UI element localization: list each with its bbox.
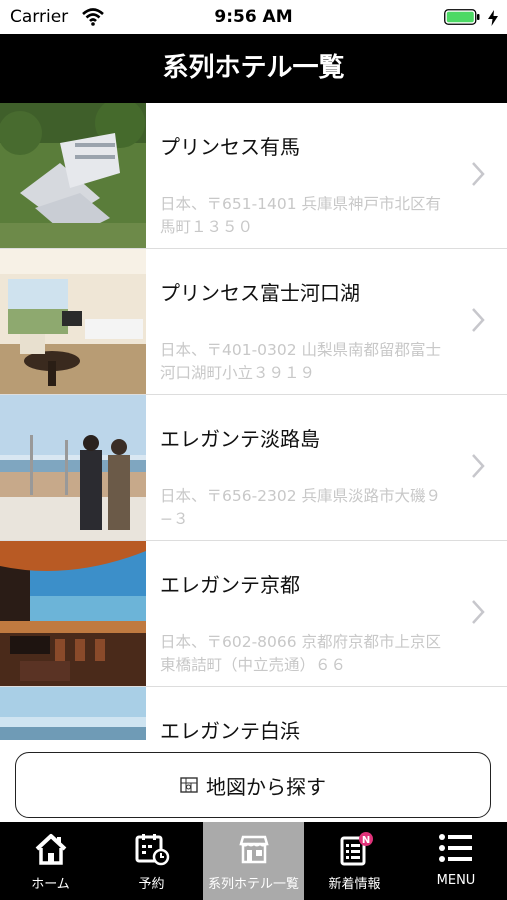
- hotel-name: プリンセス富士河口湖: [160, 281, 360, 305]
- calendar-icon: [135, 834, 169, 866]
- page-title: 系列ホテル一覧: [0, 34, 507, 103]
- news-icon: N: [340, 832, 373, 866]
- hotel-photo: [0, 249, 146, 394]
- tab-menu-label: MENU: [436, 873, 476, 888]
- hotel-row[interactable]: エレガンテ淡路島 日本、〒656-2302 兵庫県淡路市大磯９−３: [0, 395, 507, 541]
- hotel-name: エレガンテ京都: [160, 573, 300, 597]
- chevron-right-icon: [472, 308, 485, 332]
- menu-icon: [439, 834, 472, 862]
- tab-news[interactable]: N 新着情報: [304, 822, 405, 900]
- home-icon: [35, 834, 66, 865]
- chevron-right-icon: [472, 600, 485, 624]
- status-time: 9:56 AM: [214, 7, 293, 27]
- tab-home-label: ホーム: [31, 877, 70, 892]
- map-icon: [180, 777, 198, 793]
- hotel-address: 日本、〒602-8066 京都府京都市上京区東橋詰町（中立売通）６６: [160, 633, 442, 674]
- hotel-name: エレガンテ淡路島: [160, 427, 320, 451]
- search-by-map-label: 地図から探す: [206, 774, 326, 799]
- hotel-photo: [0, 687, 146, 740]
- tab-news-label: 新着情報: [328, 877, 381, 892]
- hotel-icon: [238, 835, 269, 864]
- charging-icon: [488, 10, 498, 26]
- hotel-name: プリンセス有馬: [160, 135, 300, 159]
- hotel-name: エレガンテ白浜: [160, 719, 300, 740]
- chevron-right-icon: [472, 162, 485, 186]
- hotel-photo: [0, 395, 146, 540]
- battery-icon: [444, 9, 480, 25]
- hotel-photo: [0, 103, 146, 248]
- tab-reservation[interactable]: 予約: [101, 822, 202, 900]
- hotel-address: 日本、〒656-2302 兵庫県淡路市大磯９−３: [160, 487, 442, 528]
- hotel-list[interactable]: プリンセス有馬 日本、〒651-1401 兵庫県神戸市北区有馬町１３５０ プリン…: [0, 103, 507, 740]
- chevron-right-icon: [472, 454, 485, 478]
- map-button-area: 地図から探す: [0, 740, 507, 822]
- news-badge: N: [361, 835, 369, 846]
- status-bar: Carrier 9:56 AM: [0, 0, 507, 34]
- tab-reservation-label: 予約: [138, 877, 165, 892]
- hotel-row[interactable]: エレガンテ白浜: [0, 687, 507, 740]
- hotel-photo: [0, 541, 146, 686]
- hotel-address: 日本、〒651-1401 兵庫県神戸市北区有馬町１３５０: [160, 195, 442, 236]
- hotel-address: 日本、〒401-0302 山梨県南都留郡富士河口湖町小立３９１９: [160, 341, 442, 382]
- search-by-map-button[interactable]: 地図から探す: [15, 752, 491, 818]
- tab-hotel-list[interactable]: 系列ホテル一覧: [203, 822, 304, 900]
- hotel-row[interactable]: エレガンテ京都 日本、〒602-8066 京都府京都市上京区東橋詰町（中立売通）…: [0, 541, 507, 687]
- tab-menu[interactable]: MENU: [405, 822, 507, 900]
- tab-bar: ホーム 予約 系列ホテル一覧 N 新着情報 MENU: [0, 822, 507, 900]
- hotel-row[interactable]: プリンセス有馬 日本、〒651-1401 兵庫県神戸市北区有馬町１３５０: [0, 103, 507, 249]
- hotel-row[interactable]: プリンセス富士河口湖 日本、〒401-0302 山梨県南都留郡富士河口湖町小立３…: [0, 249, 507, 395]
- tab-home[interactable]: ホーム: [0, 822, 101, 900]
- tab-hotel-list-label: 系列ホテル一覧: [207, 877, 299, 892]
